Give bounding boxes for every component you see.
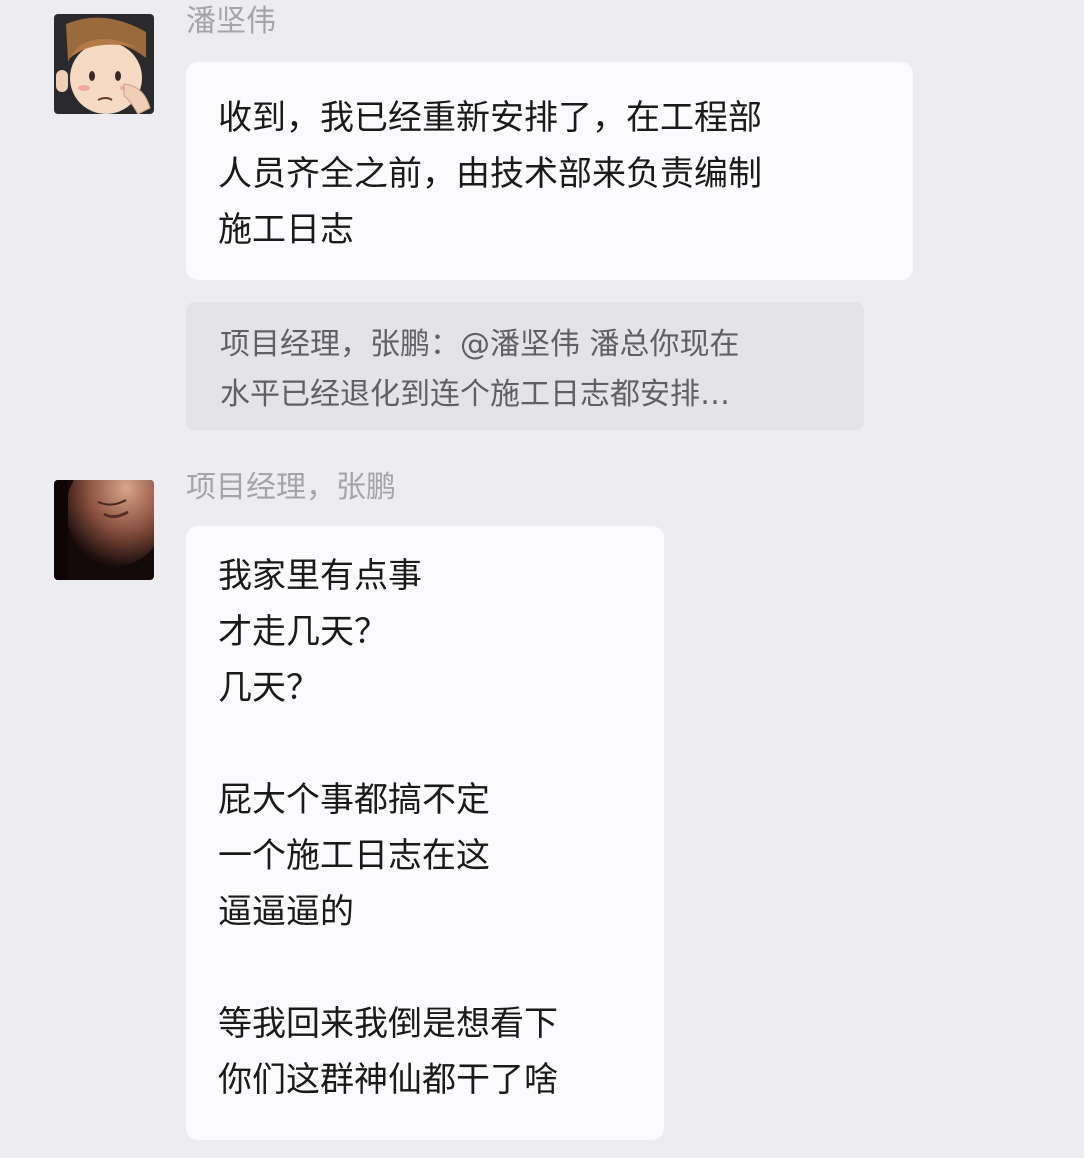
quote-line: 项目经理，张鹏：@潘坚伟 潘总你现在 [220,327,740,362]
message-line: 人员齐全之前，由技术部来负责编制 [218,154,762,194]
message-line: 收到，我已经重新安排了，在工程部 [218,98,762,138]
message-line: 逼逼逼的 [218,892,354,932]
message-bubble[interactable]: 收到，我已经重新安排了，在工程部 人员齐全之前，由技术部来负责编制 施工日志 [186,62,913,280]
sender-name: 潘坚伟 [186,4,276,39]
avatar-cartoon-face-icon [54,14,154,114]
avatar[interactable] [54,14,154,114]
message-line [218,940,632,996]
message-line: 你们这群神仙都干了啥 [218,1060,558,1100]
message-line: 等我回来我倒是想看下 [218,1004,558,1044]
message-line [218,716,632,772]
message-line: 几天？ [218,668,320,708]
message-line: 屁大个事都搞不定 [218,780,490,820]
quoted-message[interactable]: 项目经理，张鹏：@潘坚伟 潘总你现在 水平已经退化到连个施工日志都安排… [186,302,864,430]
avatar[interactable] [54,480,154,580]
message-line: 施工日志 [218,210,354,250]
sender-name: 项目经理，张鹏 [186,470,396,505]
quote-line: 水平已经退化到连个施工日志都安排… [220,377,730,412]
message-line: 我家里有点事 [218,556,422,596]
message-line: 才走几天？ [218,612,388,652]
message-bubble[interactable]: 我家里有点事 才走几天？ 几天？ 屁大个事都搞不定 一个施工日志在这 逼逼逼的 … [186,526,664,1140]
avatar-photo-icon [54,480,154,580]
message-line: 一个施工日志在这 [218,836,490,876]
